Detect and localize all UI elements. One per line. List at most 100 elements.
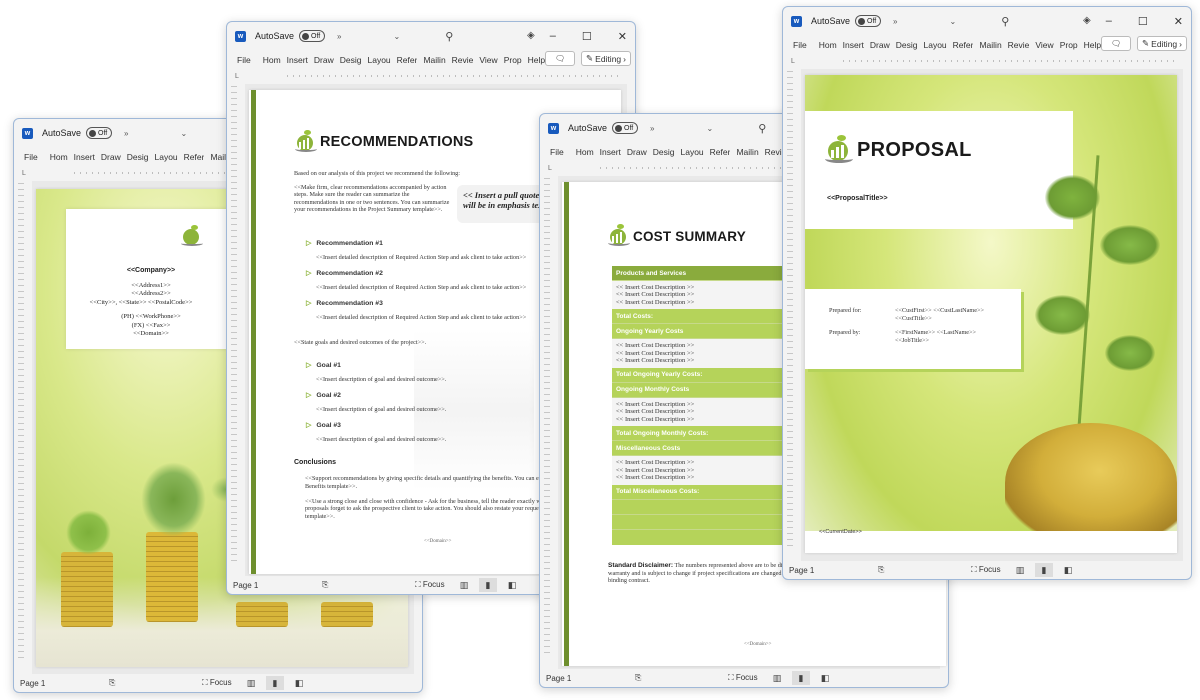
accessibility-icon[interactable]: ⎘ bbox=[322, 580, 328, 590]
vertical-ruler[interactable] bbox=[544, 178, 550, 658]
chevron-down-icon[interactable]: ⌄ bbox=[706, 124, 713, 133]
editing-mode-button[interactable]: ✎ Editing › bbox=[1137, 36, 1187, 51]
print-layout-icon[interactable]: ▮ bbox=[1035, 563, 1053, 577]
web-layout-icon[interactable]: ◧ bbox=[503, 578, 521, 592]
tab-view[interactable]: View bbox=[479, 55, 497, 65]
tab-home[interactable]: Hom bbox=[576, 147, 594, 157]
maximize-icon[interactable]: ☐ bbox=[582, 30, 592, 43]
tab-insert[interactable]: Insert bbox=[843, 40, 864, 50]
print-layout-icon[interactable]: ▮ bbox=[792, 671, 810, 685]
tab-properties[interactable]: Prop bbox=[504, 55, 522, 65]
arrow-bullet-icon: ▷ bbox=[306, 392, 312, 399]
autosave-toggle[interactable]: Off bbox=[612, 122, 639, 134]
tab-home[interactable]: Hom bbox=[819, 40, 837, 50]
page-indicator[interactable]: Page 1 bbox=[789, 566, 814, 575]
accessibility-icon[interactable]: ⎘ bbox=[635, 673, 641, 683]
tab-mailings[interactable]: Mailin bbox=[736, 147, 758, 157]
tab-home[interactable]: Hom bbox=[50, 152, 68, 162]
tab-references[interactable]: Refer bbox=[953, 40, 974, 50]
autosave-toggle[interactable]: Off bbox=[855, 15, 882, 27]
search-icon[interactable]: ⚲ bbox=[758, 122, 766, 135]
vertical-ruler[interactable] bbox=[231, 86, 237, 566]
print-layout-icon[interactable]: ▮ bbox=[479, 578, 497, 592]
chevron-down-icon[interactable]: ⌄ bbox=[949, 17, 956, 26]
premium-diamond-icon[interactable]: ◈ bbox=[527, 30, 535, 41]
autosave-toggle[interactable]: Off bbox=[299, 30, 326, 42]
word-window-proposal: w AutoSave Off » ⌄ ⚲ ◈ – ☐ ✕ File Hom Inse… bbox=[782, 6, 1192, 580]
tab-insert[interactable]: Insert bbox=[600, 147, 621, 157]
more-commands-icon[interactable]: » bbox=[893, 17, 897, 26]
focus-button[interactable]: ⛶ Focus bbox=[971, 565, 1001, 575]
focus-button[interactable]: ⛶ Focus bbox=[415, 580, 445, 590]
tab-review[interactable]: Revie bbox=[1008, 40, 1030, 50]
ribbon-tabs: File Hom Insert Draw Desig Layou Refer M… bbox=[227, 50, 635, 70]
vertical-ruler[interactable] bbox=[18, 183, 24, 663]
minimize-icon[interactable]: – bbox=[1106, 15, 1112, 27]
tab-insert[interactable]: Insert bbox=[287, 55, 308, 65]
close-icon[interactable]: ✕ bbox=[1174, 15, 1183, 28]
footer-domain: <<Domain>> bbox=[744, 642, 772, 647]
read-mode-icon[interactable]: ▥ bbox=[242, 676, 260, 690]
tab-design[interactable]: Desig bbox=[127, 152, 149, 162]
more-commands-icon[interactable]: » bbox=[650, 124, 654, 133]
tab-layout[interactable]: Layou bbox=[681, 147, 704, 157]
editing-mode-button[interactable]: ✎ Editing › bbox=[581, 51, 631, 66]
focus-button[interactable]: ⛶ Focus bbox=[728, 673, 758, 683]
page-indicator[interactable]: Page 1 bbox=[546, 674, 571, 683]
tab-file[interactable]: File bbox=[24, 152, 38, 162]
tab-references[interactable]: Refer bbox=[184, 152, 205, 162]
tab-draw[interactable]: Draw bbox=[870, 40, 890, 50]
vertical-ruler[interactable] bbox=[787, 71, 793, 551]
chevron-down-icon[interactable]: ⌄ bbox=[180, 129, 187, 138]
web-layout-icon[interactable]: ◧ bbox=[816, 671, 834, 685]
read-mode-icon[interactable]: ▥ bbox=[768, 671, 786, 685]
tab-file[interactable]: File bbox=[237, 55, 251, 65]
chevron-down-icon[interactable]: ⌄ bbox=[393, 32, 400, 41]
search-icon[interactable]: ⚲ bbox=[1001, 15, 1009, 28]
tab-draw[interactable]: Draw bbox=[314, 55, 334, 65]
accessibility-icon[interactable]: ⎘ bbox=[878, 565, 884, 575]
close-icon[interactable]: ✕ bbox=[618, 30, 627, 43]
premium-diamond-icon[interactable]: ◈ bbox=[1083, 15, 1091, 26]
tab-review[interactable]: Revie bbox=[452, 55, 474, 65]
horizontal-ruler[interactable]: L bbox=[783, 55, 1191, 67]
autosave-toggle[interactable]: Off bbox=[86, 127, 113, 139]
tab-insert[interactable]: Insert bbox=[74, 152, 95, 162]
more-commands-icon[interactable]: » bbox=[337, 32, 341, 41]
comments-button[interactable]: 🗨 bbox=[545, 51, 576, 66]
accessibility-icon[interactable]: ⎘ bbox=[109, 678, 115, 688]
tab-references[interactable]: Refer bbox=[710, 147, 731, 157]
tab-mailings[interactable]: Mailin bbox=[423, 55, 445, 65]
tab-properties[interactable]: Prop bbox=[1060, 40, 1078, 50]
tab-mailings[interactable]: Mailin bbox=[979, 40, 1001, 50]
tab-design[interactable]: Desig bbox=[896, 40, 918, 50]
tab-layout[interactable]: Layou bbox=[155, 152, 178, 162]
web-layout-icon[interactable]: ◧ bbox=[1059, 563, 1077, 577]
tab-layout[interactable]: Layou bbox=[924, 40, 947, 50]
print-layout-icon[interactable]: ▮ bbox=[266, 676, 284, 690]
search-icon[interactable]: ⚲ bbox=[445, 30, 453, 43]
page-indicator[interactable]: Page 1 bbox=[20, 679, 45, 688]
minimize-icon[interactable]: – bbox=[550, 30, 556, 42]
tab-design[interactable]: Desig bbox=[340, 55, 362, 65]
read-mode-icon[interactable]: ▥ bbox=[455, 578, 473, 592]
tab-help[interactable]: Help bbox=[528, 55, 545, 65]
tab-draw[interactable]: Draw bbox=[101, 152, 121, 162]
tab-view[interactable]: View bbox=[1035, 40, 1053, 50]
tab-design[interactable]: Desig bbox=[653, 147, 675, 157]
tab-draw[interactable]: Draw bbox=[627, 147, 647, 157]
focus-button[interactable]: ⛶ Focus bbox=[202, 678, 232, 688]
web-layout-icon[interactable]: ◧ bbox=[290, 676, 308, 690]
tab-references[interactable]: Refer bbox=[397, 55, 418, 65]
tab-help[interactable]: Help bbox=[1084, 40, 1101, 50]
read-mode-icon[interactable]: ▥ bbox=[1011, 563, 1029, 577]
tab-file[interactable]: File bbox=[793, 40, 807, 50]
tab-layout[interactable]: Layou bbox=[368, 55, 391, 65]
horizontal-ruler[interactable]: L bbox=[227, 70, 635, 82]
tab-home[interactable]: Hom bbox=[263, 55, 281, 65]
maximize-icon[interactable]: ☐ bbox=[1138, 15, 1148, 28]
more-commands-icon[interactable]: » bbox=[124, 129, 128, 138]
page-indicator[interactable]: Page 1 bbox=[233, 581, 258, 590]
tab-file[interactable]: File bbox=[550, 147, 564, 157]
comments-button[interactable]: 🗨 bbox=[1101, 36, 1132, 51]
